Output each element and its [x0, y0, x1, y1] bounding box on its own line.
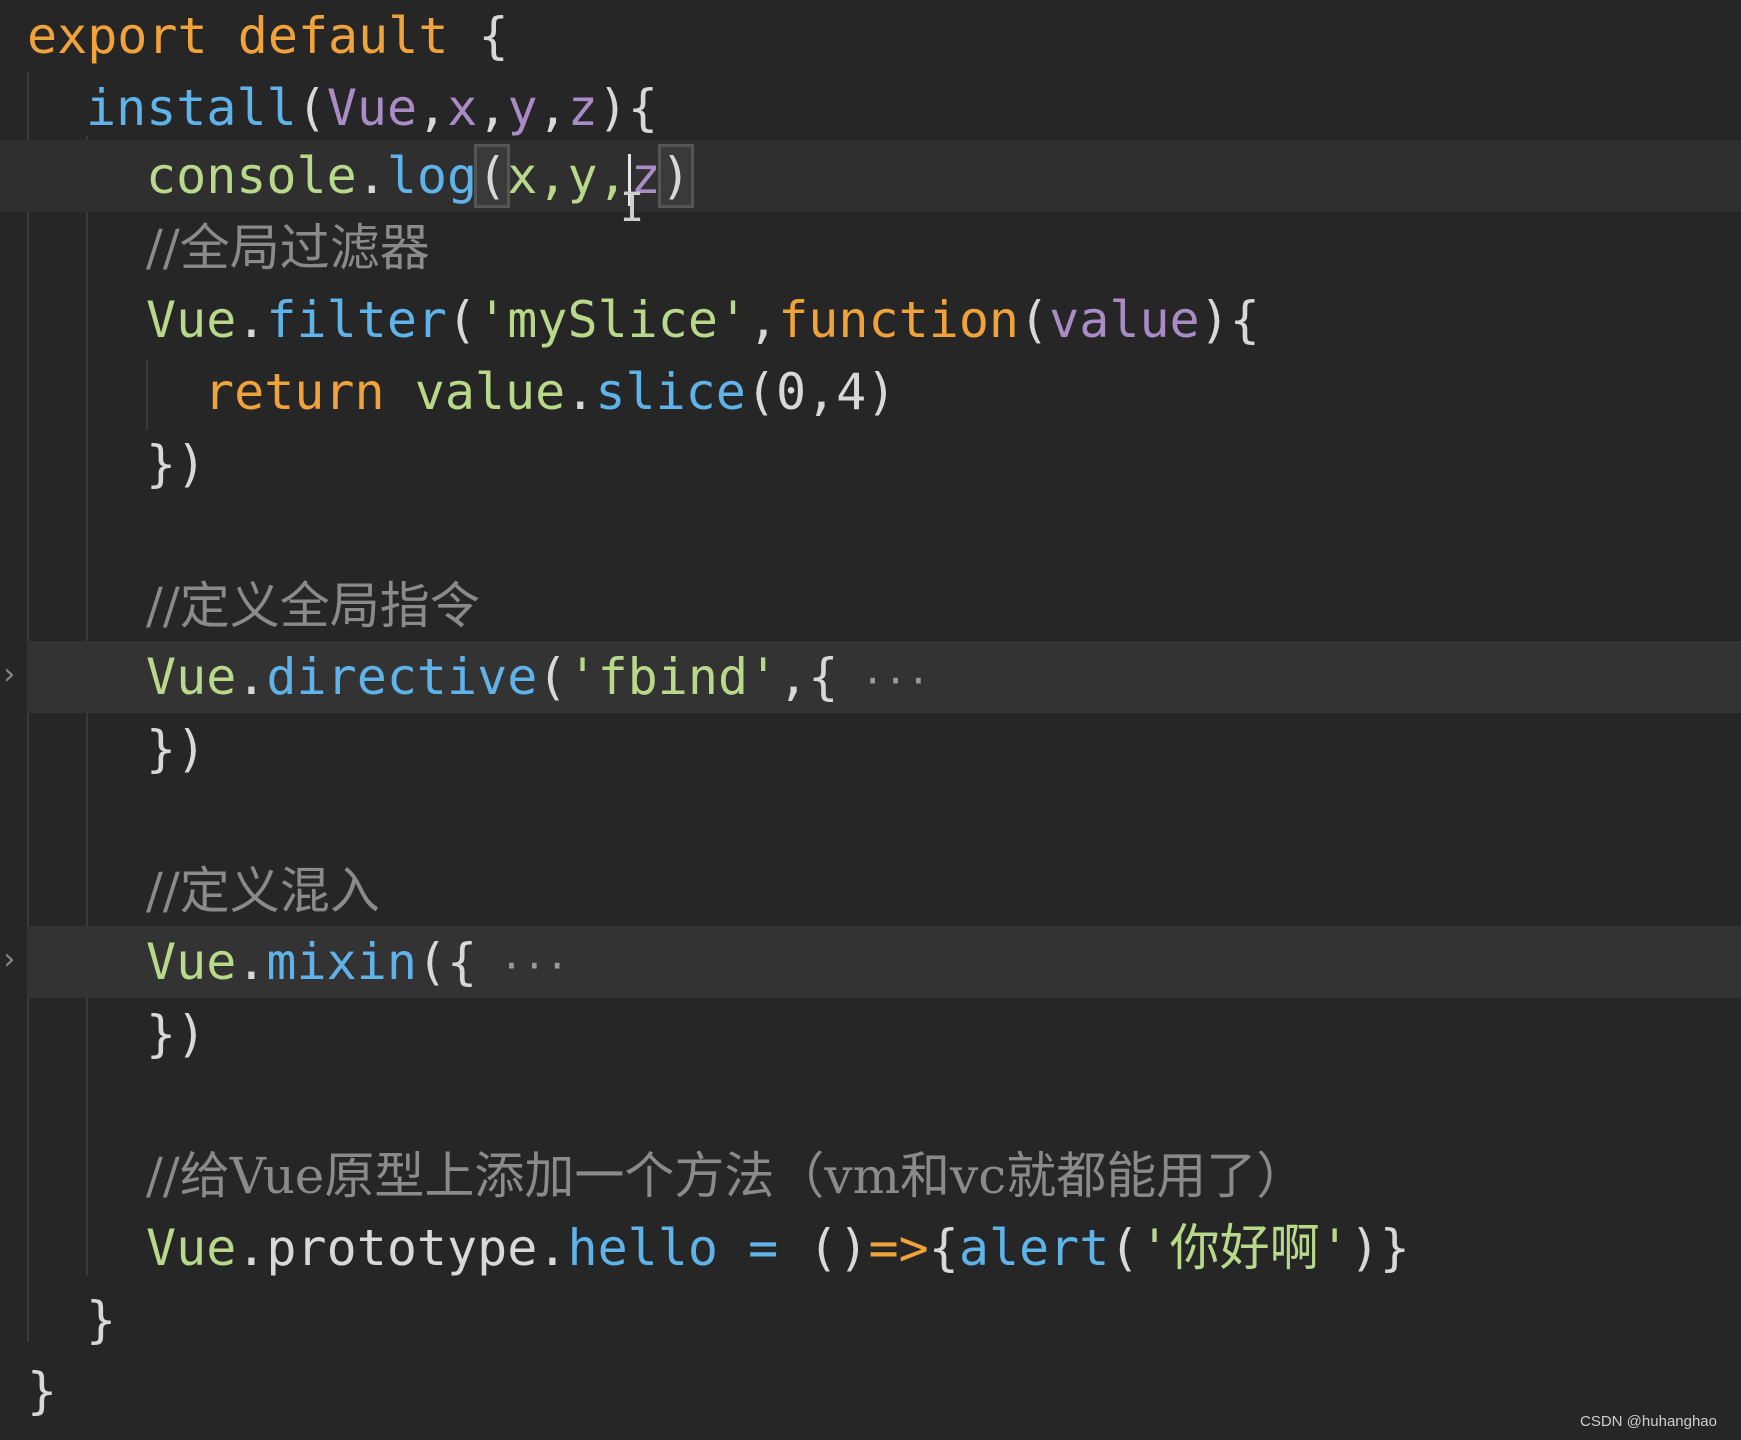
param-z: z [567, 79, 598, 137]
slice-args: (0,4) [745, 363, 897, 421]
dot: . [565, 363, 596, 421]
paren-brace: ){ [1199, 291, 1260, 349]
value-identifier: value [384, 363, 566, 421]
folded-ellipsis[interactable]: ··· [477, 944, 569, 988]
folded-code-line[interactable]: Vue.directive('fbind',{ ··· [27, 641, 1741, 713]
chevron-right-icon[interactable]: › [0, 657, 18, 692]
comment: //全局过滤器 [146, 219, 430, 277]
code-line[interactable]: Vue.filter('mySlice',function(value){ [0, 284, 1741, 356]
comma: , [477, 79, 508, 137]
comma: , [537, 79, 568, 137]
chevron-right-icon[interactable]: › [0, 942, 18, 977]
comma: , [417, 79, 448, 137]
close-brace: }) [146, 1005, 207, 1063]
code-line[interactable]: //全局过滤器 [0, 212, 1741, 284]
function-keyword: function [778, 291, 1020, 349]
return-keyword: return [204, 363, 385, 421]
arrow-operator: => [868, 1219, 929, 1277]
log-args: x,y, [507, 147, 628, 205]
comment: //给Vue原型上添加一个方法（vm和vc就都能用了） [146, 1147, 1307, 1205]
current-line[interactable]: console.log(x,y,z) [0, 140, 1741, 212]
directive-method: directive [266, 648, 538, 706]
code-line[interactable]: //定义混入 [0, 855, 1741, 927]
folded-code-line[interactable]: Vue.mixin({ ··· [27, 926, 1741, 998]
alert-function: alert [958, 1219, 1110, 1277]
code-line[interactable]: //定义全局指令 [0, 570, 1741, 642]
comment: //定义混入 [146, 862, 380, 920]
matched-bracket-open: ( [474, 144, 511, 208]
paren: ( [1109, 1219, 1140, 1277]
log-method: log [386, 147, 478, 205]
code-editor[interactable]: export default { install(Vue,x,y,z){ con… [0, 0, 1741, 1440]
close-brace: }) [146, 435, 207, 493]
assign-operator: = [717, 1219, 809, 1277]
open-brace: { [928, 1219, 959, 1277]
code-line[interactable]: } [0, 1355, 1741, 1427]
watermark: CSDN @huhanghao [1580, 1413, 1717, 1430]
code-line[interactable]: export default { [0, 0, 1741, 72]
vue-object: Vue [146, 933, 237, 991]
vue-object: Vue [146, 1219, 237, 1277]
code-line[interactable]: install(Vue,x,y,z){ [0, 72, 1741, 144]
close-brace: } [27, 1362, 58, 1420]
install-method: install [86, 79, 297, 137]
close-brace: }) [146, 720, 207, 778]
dot: . [356, 147, 387, 205]
string-literal: 'fbind' [567, 648, 779, 706]
dot: . [236, 291, 267, 349]
paren: ( [537, 648, 568, 706]
close-brace: } [86, 1291, 117, 1349]
mixin-method: mixin [266, 933, 417, 991]
slice-method: slice [595, 363, 746, 421]
comment: //定义全局指令 [146, 577, 480, 635]
export-keyword: export [27, 7, 208, 65]
paren-brace: ){ [597, 79, 659, 137]
paren-brace: ({ [416, 933, 478, 991]
comma-brace: ,{ [778, 648, 839, 706]
param-value: value [1049, 291, 1200, 349]
code-line[interactable]: } [0, 1284, 1741, 1356]
string-literal: 'mySlice' [477, 291, 749, 349]
matched-bracket-close: ) [657, 144, 694, 208]
vue-object: Vue [146, 648, 237, 706]
code-line[interactable]: Vue.prototype.hello = ()=>{alert('你好啊')} [0, 1212, 1741, 1284]
open-brace: { [448, 7, 509, 65]
dot: . [537, 1219, 568, 1277]
param-x: x [447, 79, 478, 137]
paren: ( [447, 291, 478, 349]
code-line[interactable]: }) [0, 713, 1741, 785]
paren: ( [296, 79, 327, 137]
code-line[interactable]: //给Vue原型上添加一个方法（vm和vc就都能用了） [0, 1140, 1741, 1212]
string-literal: '你好啊' [1139, 1219, 1350, 1277]
param-vue: Vue [326, 79, 418, 137]
paren: ( [1019, 291, 1050, 349]
vue-object: Vue [146, 291, 237, 349]
default-keyword: default [237, 7, 449, 65]
code-line[interactable]: }) [0, 428, 1741, 500]
dot: . [236, 648, 267, 706]
param-y: y [507, 79, 538, 137]
dot: . [236, 1219, 267, 1277]
console-object: console [146, 147, 357, 205]
comma: , [748, 291, 779, 349]
parens: () [808, 1219, 869, 1277]
paren-brace: )} [1349, 1219, 1410, 1277]
code-line[interactable]: return value.slice(0,4) [0, 356, 1741, 428]
code-line[interactable]: }) [0, 998, 1741, 1070]
folded-ellipsis[interactable]: ··· [838, 659, 930, 703]
hello-property: hello [567, 1219, 718, 1277]
prototype-property: prototype [266, 1219, 538, 1277]
filter-method: filter [266, 291, 448, 349]
dot: . [236, 933, 267, 991]
